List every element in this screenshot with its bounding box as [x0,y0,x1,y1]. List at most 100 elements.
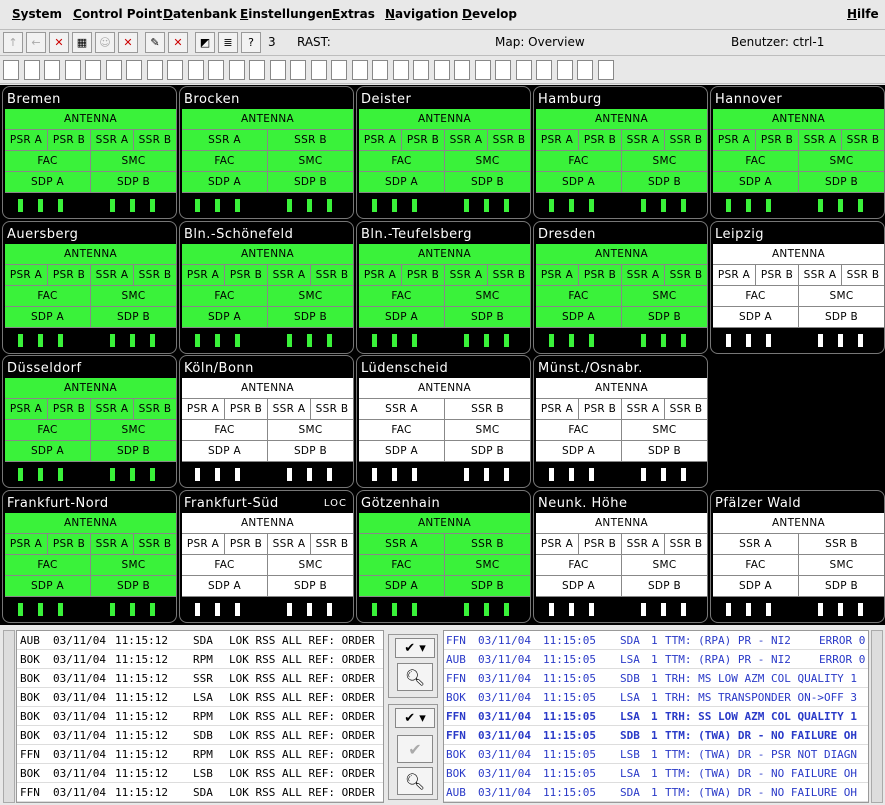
status-cell[interactable]: FAC [713,555,799,575]
status-cell[interactable]: SDP A [182,307,268,327]
slot-box[interactable] [187,60,204,80]
status-cell[interactable]: SSR A [799,265,842,285]
status-cell[interactable]: SMC [445,151,530,171]
crossed-table-icon[interactable]: ✕ [118,32,138,53]
status-cell[interactable]: FAC [182,555,268,575]
status-cell[interactable]: SMC [799,151,884,171]
status-cell[interactable]: ANTENNA [359,109,530,129]
status-cell[interactable]: PSR B [756,130,799,150]
status-cell[interactable]: SSR A [91,399,134,419]
menu-system[interactable]: System [12,7,62,21]
status-cell[interactable]: ANTENNA [182,513,353,533]
status-cell[interactable]: PSR A [536,130,579,150]
slot-box[interactable] [228,60,245,80]
status-cell[interactable]: SSR B [799,534,884,554]
status-cell[interactable]: PSR A [5,534,48,554]
status-cell[interactable]: PSR B [225,265,268,285]
log-row[interactable]: BOK 03/11/04 11:15:12 RPM LOK RSS ALL REF: O… [17,707,383,726]
slot-box[interactable] [474,60,491,80]
check-dropdown-icon[interactable]: ✔ ▾ [395,638,435,658]
status-cell[interactable]: SDP B [445,172,530,192]
status-cell[interactable]: SMC [622,420,707,440]
status-cell[interactable]: SMC [622,286,707,306]
status-cell[interactable]: PSR B [48,399,91,419]
status-cell[interactable]: ANTENNA [182,244,353,264]
status-cell[interactable]: PSR B [402,265,445,285]
log-row[interactable]: AUB 03/11/04 11:15:12 SDA LOK RSS ALL REF: O… [17,631,383,650]
radar-tile[interactable]: Bremen ANTENNA PSR A PSR B SSR A SSR B FAC SMC S… [2,86,177,219]
status-cell[interactable]: SDP B [268,172,353,192]
log-row[interactable]: FFN 03/11/04 11:15:05 SDB 1 TRH: MS LOW AZM C… [444,669,868,688]
slot-box[interactable] [495,60,511,80]
status-cell[interactable]: SSR A [91,265,134,285]
status-cell[interactable]: SDP B [622,441,707,461]
status-cell[interactable]: FAC [536,420,622,440]
status-cell[interactable]: SDP A [359,172,445,192]
slot-box[interactable] [310,60,327,80]
radar-tile[interactable]: Götzenhain ANTENNA SSR A SSR B FAC SMC SDP A SD… [356,490,531,623]
status-cell[interactable]: ANTENNA [359,378,530,398]
help-icon[interactable]: ? [241,32,261,53]
status-cell[interactable]: FAC [5,555,91,575]
status-cell[interactable]: SMC [268,555,353,575]
arrow-up-icon[interactable]: ↑ [3,32,23,53]
status-cell[interactable]: ANTENNA [713,244,884,264]
status-cell[interactable]: PSR A [5,130,48,150]
status-cell[interactable]: SSR A [91,534,134,554]
status-cell[interactable]: SDP A [536,307,622,327]
status-cell[interactable]: PSR B [225,534,268,554]
status-cell[interactable]: SDP B [268,576,353,596]
crossed-image-icon[interactable]: ✕ [168,32,188,53]
status-cell[interactable]: SSR B [665,130,707,150]
magnifier-icon-2[interactable]: 🔍︎ [397,767,433,795]
slot-box[interactable] [44,60,60,80]
status-cell[interactable]: SMC [445,420,530,440]
status-cell[interactable]: PSR B [756,265,799,285]
status-cell[interactable]: ANTENNA [359,244,530,264]
status-cell[interactable]: SSR A [359,534,445,554]
radar-tile[interactable]: Bln.-Schönefeld ANTENNA PSR A PSR B SSR A SSR… [179,221,354,354]
status-cell[interactable]: SSR B [488,130,530,150]
slot-box[interactable] [85,60,101,80]
status-cell[interactable]: SSR A [622,399,665,419]
log-row[interactable]: FFN 03/11/04 11:15:12 RPM LOK RSS ALL REF: O… [17,745,383,764]
status-cell[interactable]: FAC [713,151,799,171]
status-cell[interactable]: SMC [445,555,530,575]
status-cell[interactable]: PSR B [48,130,91,150]
menu-hilfe[interactable]: Hilfe [847,7,879,21]
status-cell[interactable]: PSR A [536,399,579,419]
edit-icon[interactable]: ✎ [145,32,165,53]
status-cell[interactable]: SDP A [5,441,91,461]
status-cell[interactable]: SSR B [445,399,530,419]
status-cell[interactable]: FAC [5,151,91,171]
person-icon[interactable]: ☺ [95,32,115,53]
status-cell[interactable]: SMC [445,286,530,306]
status-cell[interactable]: PSR A [359,265,402,285]
log-row[interactable]: BOK 03/11/04 11:15:12 SDB LOK RSS ALL REF: O… [17,726,383,745]
status-cell[interactable]: SDP A [182,441,268,461]
status-cell[interactable]: SSR A [359,399,445,419]
status-cell[interactable]: SDP B [445,576,530,596]
status-cell[interactable]: SSR A [445,130,488,150]
slot-box[interactable] [392,60,409,80]
status-cell[interactable]: ANTENNA [5,513,176,533]
status-cell[interactable]: FAC [182,151,268,171]
status-cell[interactable]: SDP B [91,441,176,461]
status-cell[interactable]: SSR B [665,534,707,554]
menu-einstellungen[interactable]: Einstellungen [240,7,332,21]
menu-datenbank[interactable]: Datenbank [163,7,237,21]
status-cell[interactable]: SSR B [665,399,707,419]
status-cell[interactable]: FAC [359,555,445,575]
log-row[interactable]: BOK 03/11/04 11:15:05 LSB 1 TTM: (TWA) DR - P… [444,745,868,764]
status-cell[interactable]: PSR B [579,399,622,419]
document-icon[interactable]: ≣ [218,32,238,53]
status-cell[interactable]: PSR A [182,265,225,285]
status-cell[interactable]: FAC [182,286,268,306]
log-row[interactable]: BOK 03/11/04 11:15:05 LSA 1 TTM: (TWA) DR - N… [444,764,868,783]
log-row[interactable]: BOK 03/11/04 11:15:12 RPM LOK RSS ALL REF: O… [17,650,383,669]
status-cell[interactable]: FAC [536,151,622,171]
status-cell[interactable]: PSR A [713,130,756,150]
radar-tile[interactable]: Frankfurt-Süd LOC ANTENNA PSR A PSR B SSR A SS… [179,490,354,623]
log-row[interactable]: BOK 03/11/04 11:15:12 SSR LOK RSS ALL REF: O… [17,669,383,688]
slot-box[interactable] [167,60,183,80]
